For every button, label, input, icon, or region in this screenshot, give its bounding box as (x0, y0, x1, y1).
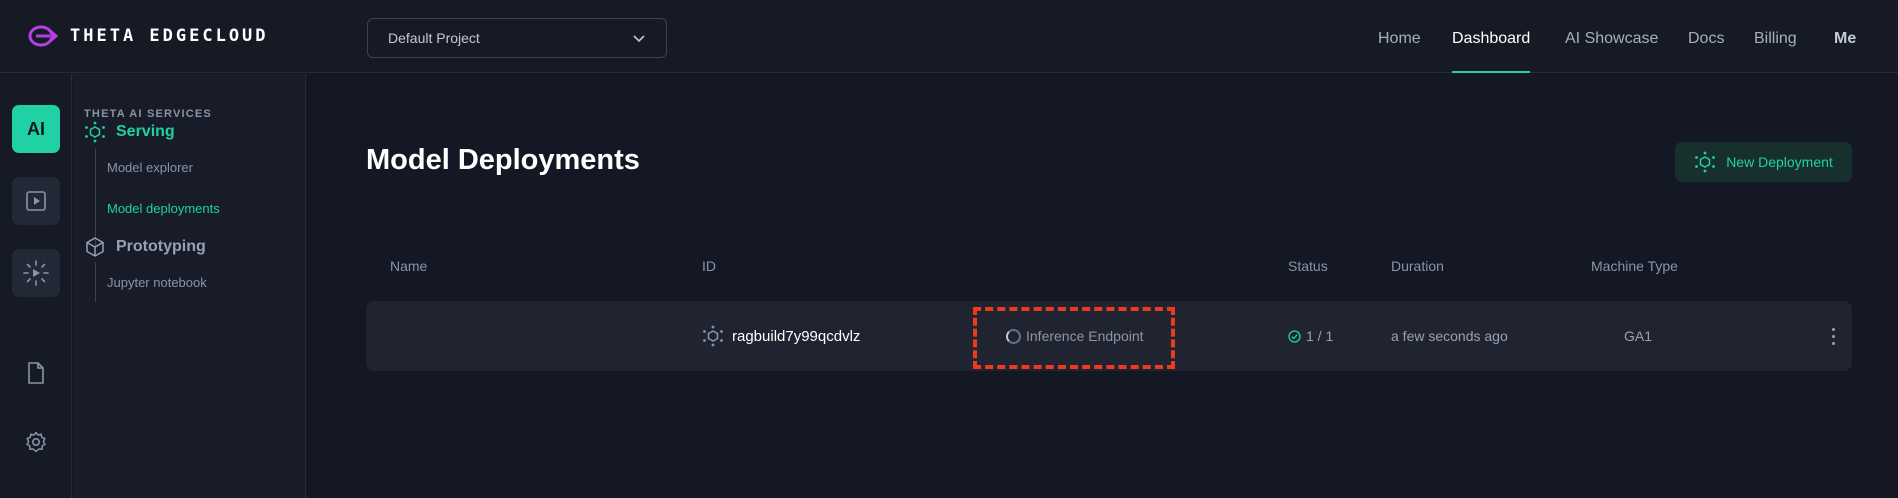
project-select-value: Default Project (388, 30, 480, 46)
theta-edgecloud-logo[interactable]: THETA EDGECLOUD (28, 24, 269, 48)
rail-video-button[interactable] (12, 177, 60, 225)
rail-ai-services-button[interactable]: AI (12, 105, 60, 153)
table-row[interactable]: ragbuild7y99qcdvlz Inference Endpoint 1 … (366, 301, 1852, 371)
deploy-hub-icon (1695, 151, 1716, 173)
services-sidebar: THETA AI SERVICES Serving Model explorer… (73, 74, 306, 498)
column-header-status: Status (1288, 258, 1328, 274)
prototyping-tree-line (95, 262, 96, 302)
column-header-duration: Duration (1391, 258, 1444, 274)
serving-tree-line (95, 148, 96, 248)
sparkle-icon (23, 260, 49, 286)
sidebar-group-prototyping[interactable]: Prototyping (84, 236, 206, 258)
column-header-id: ID (702, 258, 716, 274)
logo-text: THETA EDGECLOUD (70, 26, 269, 46)
cube-icon (86, 237, 104, 257)
page-title: Model Deployments (366, 144, 640, 176)
rail-document-button[interactable] (22, 359, 50, 387)
sidebar-item-model-explorer[interactable]: Model explorer (107, 160, 193, 175)
sidebar-item-jupyter-notebook[interactable]: Jupyter notebook (107, 275, 207, 290)
row-duration-cell: a few seconds ago (1391, 328, 1508, 344)
row-actions-kebab-icon[interactable] (1823, 319, 1843, 353)
project-select[interactable]: Default Project (367, 18, 667, 58)
nav-billing[interactable]: Billing (1754, 0, 1797, 73)
theta-logo-icon (28, 25, 58, 47)
status-count: 1 / 1 (1306, 328, 1334, 344)
nav-ai-showcase[interactable]: AI Showcase (1565, 0, 1658, 73)
nav-dashboard[interactable]: Dashboard (1452, 0, 1531, 73)
new-deployment-button[interactable]: New Deployment (1675, 142, 1852, 182)
deployment-hub-icon (703, 325, 723, 347)
nav-docs[interactable]: Docs (1688, 0, 1724, 73)
nav-me[interactable]: Me (1834, 0, 1856, 73)
chevron-down-icon (633, 35, 645, 43)
sidebar-group-prototyping-label: Prototyping (116, 238, 206, 255)
rail-ai-label: AI (27, 118, 45, 139)
sidebar-group-serving[interactable]: Serving (84, 121, 175, 143)
sidebar-group-serving-label: Serving (116, 123, 175, 140)
rail-sparkle-button[interactable] (12, 249, 60, 297)
loading-spinner-icon (1006, 328, 1021, 344)
nav-home[interactable]: Home (1378, 0, 1421, 73)
services-section-title: THETA AI SERVICES (84, 108, 212, 120)
icon-rail: AI (0, 74, 72, 498)
rail-settings-button[interactable] (22, 428, 50, 456)
serving-hub-icon (85, 121, 105, 143)
column-header-name: Name (390, 258, 428, 274)
sidebar-item-model-deployments[interactable]: Model deployments (107, 201, 220, 216)
main-content: Model Deployments New Deployment Name ID… (307, 74, 1898, 498)
settings-gear-icon (26, 431, 46, 453)
row-id-cell: ragbuild7y99qcdvlz (702, 301, 860, 371)
video-play-icon (26, 191, 46, 211)
check-circle-icon (1288, 329, 1301, 343)
document-icon (28, 362, 44, 384)
inference-endpoint-link[interactable]: Inference Endpoint (1006, 301, 1144, 371)
new-deployment-label: New Deployment (1726, 154, 1833, 170)
row-status-cell: 1 / 1 (1288, 301, 1333, 371)
top-bar: THETA EDGECLOUD Default Project Home Das… (0, 0, 1898, 73)
row-machine-type-cell: GA1 (1624, 328, 1653, 344)
column-header-machine-type: Machine Type (1591, 258, 1678, 274)
deployment-id: ragbuild7y99qcdvlz (732, 327, 861, 345)
inference-endpoint-label: Inference Endpoint (1026, 328, 1144, 344)
app-root: THETA EDGECLOUD Default Project Home Das… (0, 0, 1898, 498)
